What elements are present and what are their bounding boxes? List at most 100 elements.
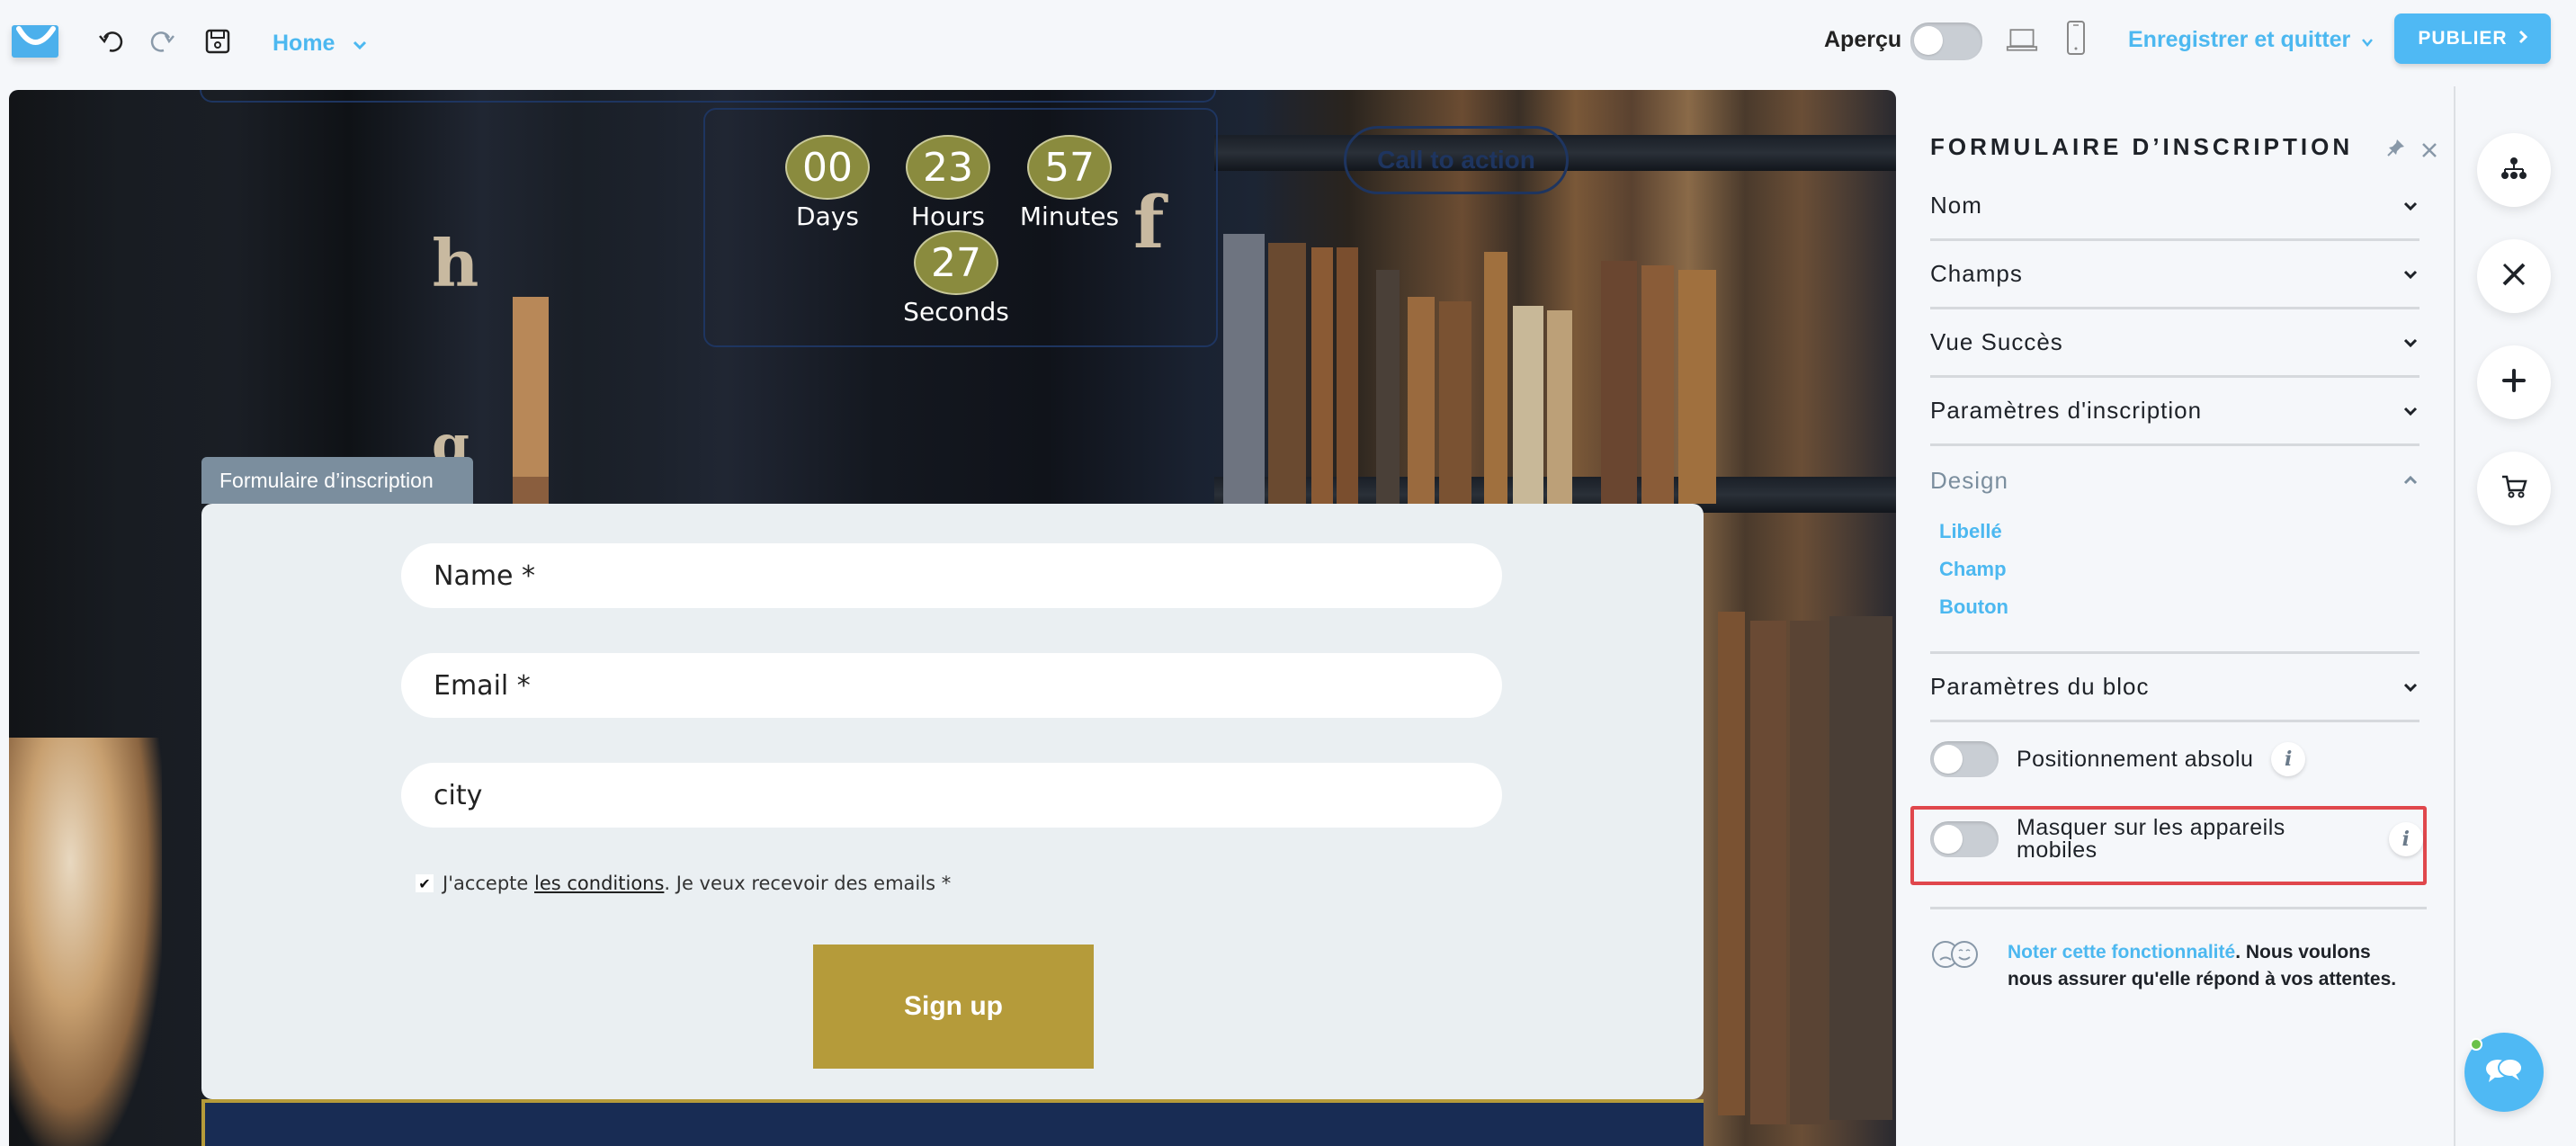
- book-image: [1268, 243, 1306, 504]
- save-icon[interactable]: [201, 25, 234, 58]
- sitemap-button[interactable]: [2477, 133, 2551, 207]
- design-item-bouton[interactable]: Bouton: [1939, 595, 2008, 619]
- header-block-outline[interactable]: [200, 90, 1216, 103]
- desktop-view-icon[interactable]: [2006, 23, 2038, 56]
- book-image: [1750, 621, 1786, 1124]
- countdown-seconds-label: Seconds: [903, 297, 1009, 327]
- absolute-positioning-toggle[interactable]: [1930, 741, 1999, 777]
- chat-bubbles-icon: [2483, 1057, 2525, 1088]
- save-and-quit-label: Enregistrer et quitter: [2128, 27, 2351, 52]
- feedback-text: Noter cette fonctionnalité. Nous voulons…: [2008, 939, 2416, 993]
- section-label: Paramètres du bloc: [1930, 673, 2150, 700]
- countdown-minutes: 57 Minutes: [1016, 135, 1123, 231]
- countdown-minutes-value: 57: [1027, 135, 1112, 200]
- section-vue-succes[interactable]: Vue Succès: [1930, 309, 2419, 378]
- section-label: Nom: [1930, 192, 1982, 219]
- consent-row: ✔ J'accepte les conditions. Je veux rece…: [416, 873, 951, 894]
- add-element-button[interactable]: [2477, 345, 2551, 419]
- countdown-block[interactable]: 00 Days 23 Hours 57 Minutes 27 Seconds: [703, 108, 1218, 347]
- preview-toggle[interactable]: [1910, 22, 1982, 60]
- preview-label: Aperçu: [1824, 27, 1902, 52]
- call-to-action-button[interactable]: Call to action: [1344, 126, 1569, 194]
- info-icon[interactable]: i: [2271, 742, 2306, 776]
- section-nom[interactable]: Nom: [1930, 173, 2419, 241]
- form-block-tab[interactable]: Formulaire d’inscription: [201, 457, 473, 504]
- footer-block[interactable]: [201, 1099, 1704, 1146]
- hide-on-mobile-label: Masquer sur les appareils mobiles: [2017, 815, 2285, 863]
- publish-button[interactable]: PUBLIER: [2394, 13, 2551, 64]
- section-parametres-inscription[interactable]: Paramètres d'inscription: [1930, 378, 2419, 446]
- save-and-quit-button[interactable]: Enregistrer et quitter: [2128, 27, 2374, 53]
- book-image: [1311, 247, 1333, 504]
- book-image: [1547, 310, 1572, 504]
- info-icon[interactable]: i: [2389, 822, 2423, 856]
- consent-checkbox[interactable]: ✔: [416, 874, 434, 892]
- statue-bust-image: [9, 738, 162, 1146]
- panel-title: FORMULAIRE D’INSCRIPTION: [1930, 133, 2354, 160]
- section-label: Vue Succès: [1930, 328, 2063, 355]
- page-selector-label: Home: [273, 30, 335, 56]
- book-image: [1641, 265, 1674, 504]
- ecommerce-button[interactable]: [2477, 452, 2551, 525]
- absolute-positioning-label: Positionnement absolu: [2017, 746, 2254, 772]
- design-tools-button[interactable]: [2477, 239, 2551, 313]
- page-canvas[interactable]: h g f 00 Days 23 Hours 57 Minutes 27 Sec…: [9, 90, 1896, 1146]
- page-selector[interactable]: Home: [273, 27, 367, 59]
- name-field[interactable]: Name *: [401, 543, 1502, 608]
- rate-feature-link[interactable]: Noter cette fonctionnalité: [2008, 942, 2235, 962]
- cart-icon: [2500, 474, 2527, 504]
- pin-icon[interactable]: [2387, 139, 2405, 161]
- chevron-down-icon: [2402, 334, 2419, 352]
- feedback-faces-icon: [1930, 939, 1981, 993]
- chevron-down-icon: [2402, 197, 2419, 215]
- close-panel-icon[interactable]: [2421, 137, 2437, 165]
- section-champs[interactable]: Champs: [1930, 241, 2419, 309]
- book-image: [1484, 252, 1507, 504]
- email-field[interactable]: Email *: [401, 653, 1502, 718]
- chevron-down-icon: [353, 31, 367, 57]
- hide-on-mobile-toggle[interactable]: [1930, 821, 1999, 857]
- chevron-up-icon: [2402, 471, 2419, 489]
- background-letter: h: [432, 225, 479, 301]
- chevron-right-icon: [2518, 28, 2527, 49]
- sitemap-icon: [2500, 157, 2527, 184]
- book-image: [1678, 270, 1716, 504]
- signup-form-block[interactable]: Name * Email * city ✔ J'accepte les cond…: [201, 504, 1704, 1099]
- countdown-days-label: Days: [796, 201, 859, 231]
- book-image: [1439, 301, 1471, 504]
- absolute-positioning-row: Positionnement absolu i: [1930, 741, 2434, 777]
- plus-icon: [2501, 368, 2527, 398]
- city-field[interactable]: city: [401, 763, 1502, 828]
- countdown-hours: 23 Hours: [903, 135, 993, 231]
- undo-icon[interactable]: [95, 25, 128, 58]
- book-image: [513, 297, 549, 477]
- countdown-hours-value: 23: [906, 135, 990, 200]
- section-design[interactable]: Design: [1930, 446, 2419, 515]
- book-image: [1376, 270, 1400, 504]
- design-item-libelle[interactable]: Libellé: [1939, 520, 2002, 543]
- top-toolbar: Home Aperçu Enregistrer et quitter PUBLI…: [0, 0, 2576, 86]
- name-field-placeholder: Name *: [434, 560, 536, 592]
- book-image: [1337, 247, 1358, 504]
- redo-icon[interactable]: [146, 25, 178, 58]
- book-image: [1513, 306, 1543, 504]
- online-status-dot: [2470, 1038, 2482, 1051]
- countdown-days: 00 Days: [783, 135, 872, 231]
- chevron-down-icon: [2361, 27, 2374, 53]
- getresponse-logo[interactable]: [12, 25, 58, 58]
- section-parametres-bloc[interactable]: Paramètres du bloc: [1930, 654, 2419, 722]
- publish-label: PUBLIER: [2418, 28, 2508, 49]
- countdown-seconds: 27 Seconds: [898, 230, 1015, 327]
- consent-suffix: . Je veux recevoir des emails *: [664, 873, 952, 894]
- mobile-view-icon[interactable]: [2060, 21, 2092, 55]
- divider: [1930, 907, 2427, 909]
- chevron-down-icon: [2402, 265, 2419, 283]
- hide-on-mobile-row: Masquer sur les appareils mobiles i: [1930, 817, 2423, 862]
- book-image: [1223, 234, 1265, 504]
- book-image: [1601, 261, 1637, 504]
- properties-panel: FORMULAIRE D’INSCRIPTION Nom Champs Vue …: [1896, 86, 2454, 1146]
- design-item-champ[interactable]: Champ: [1939, 558, 2007, 581]
- sign-up-button[interactable]: Sign up: [813, 945, 1094, 1069]
- terms-link[interactable]: les conditions: [534, 873, 664, 894]
- book-image: [1790, 621, 1826, 1124]
